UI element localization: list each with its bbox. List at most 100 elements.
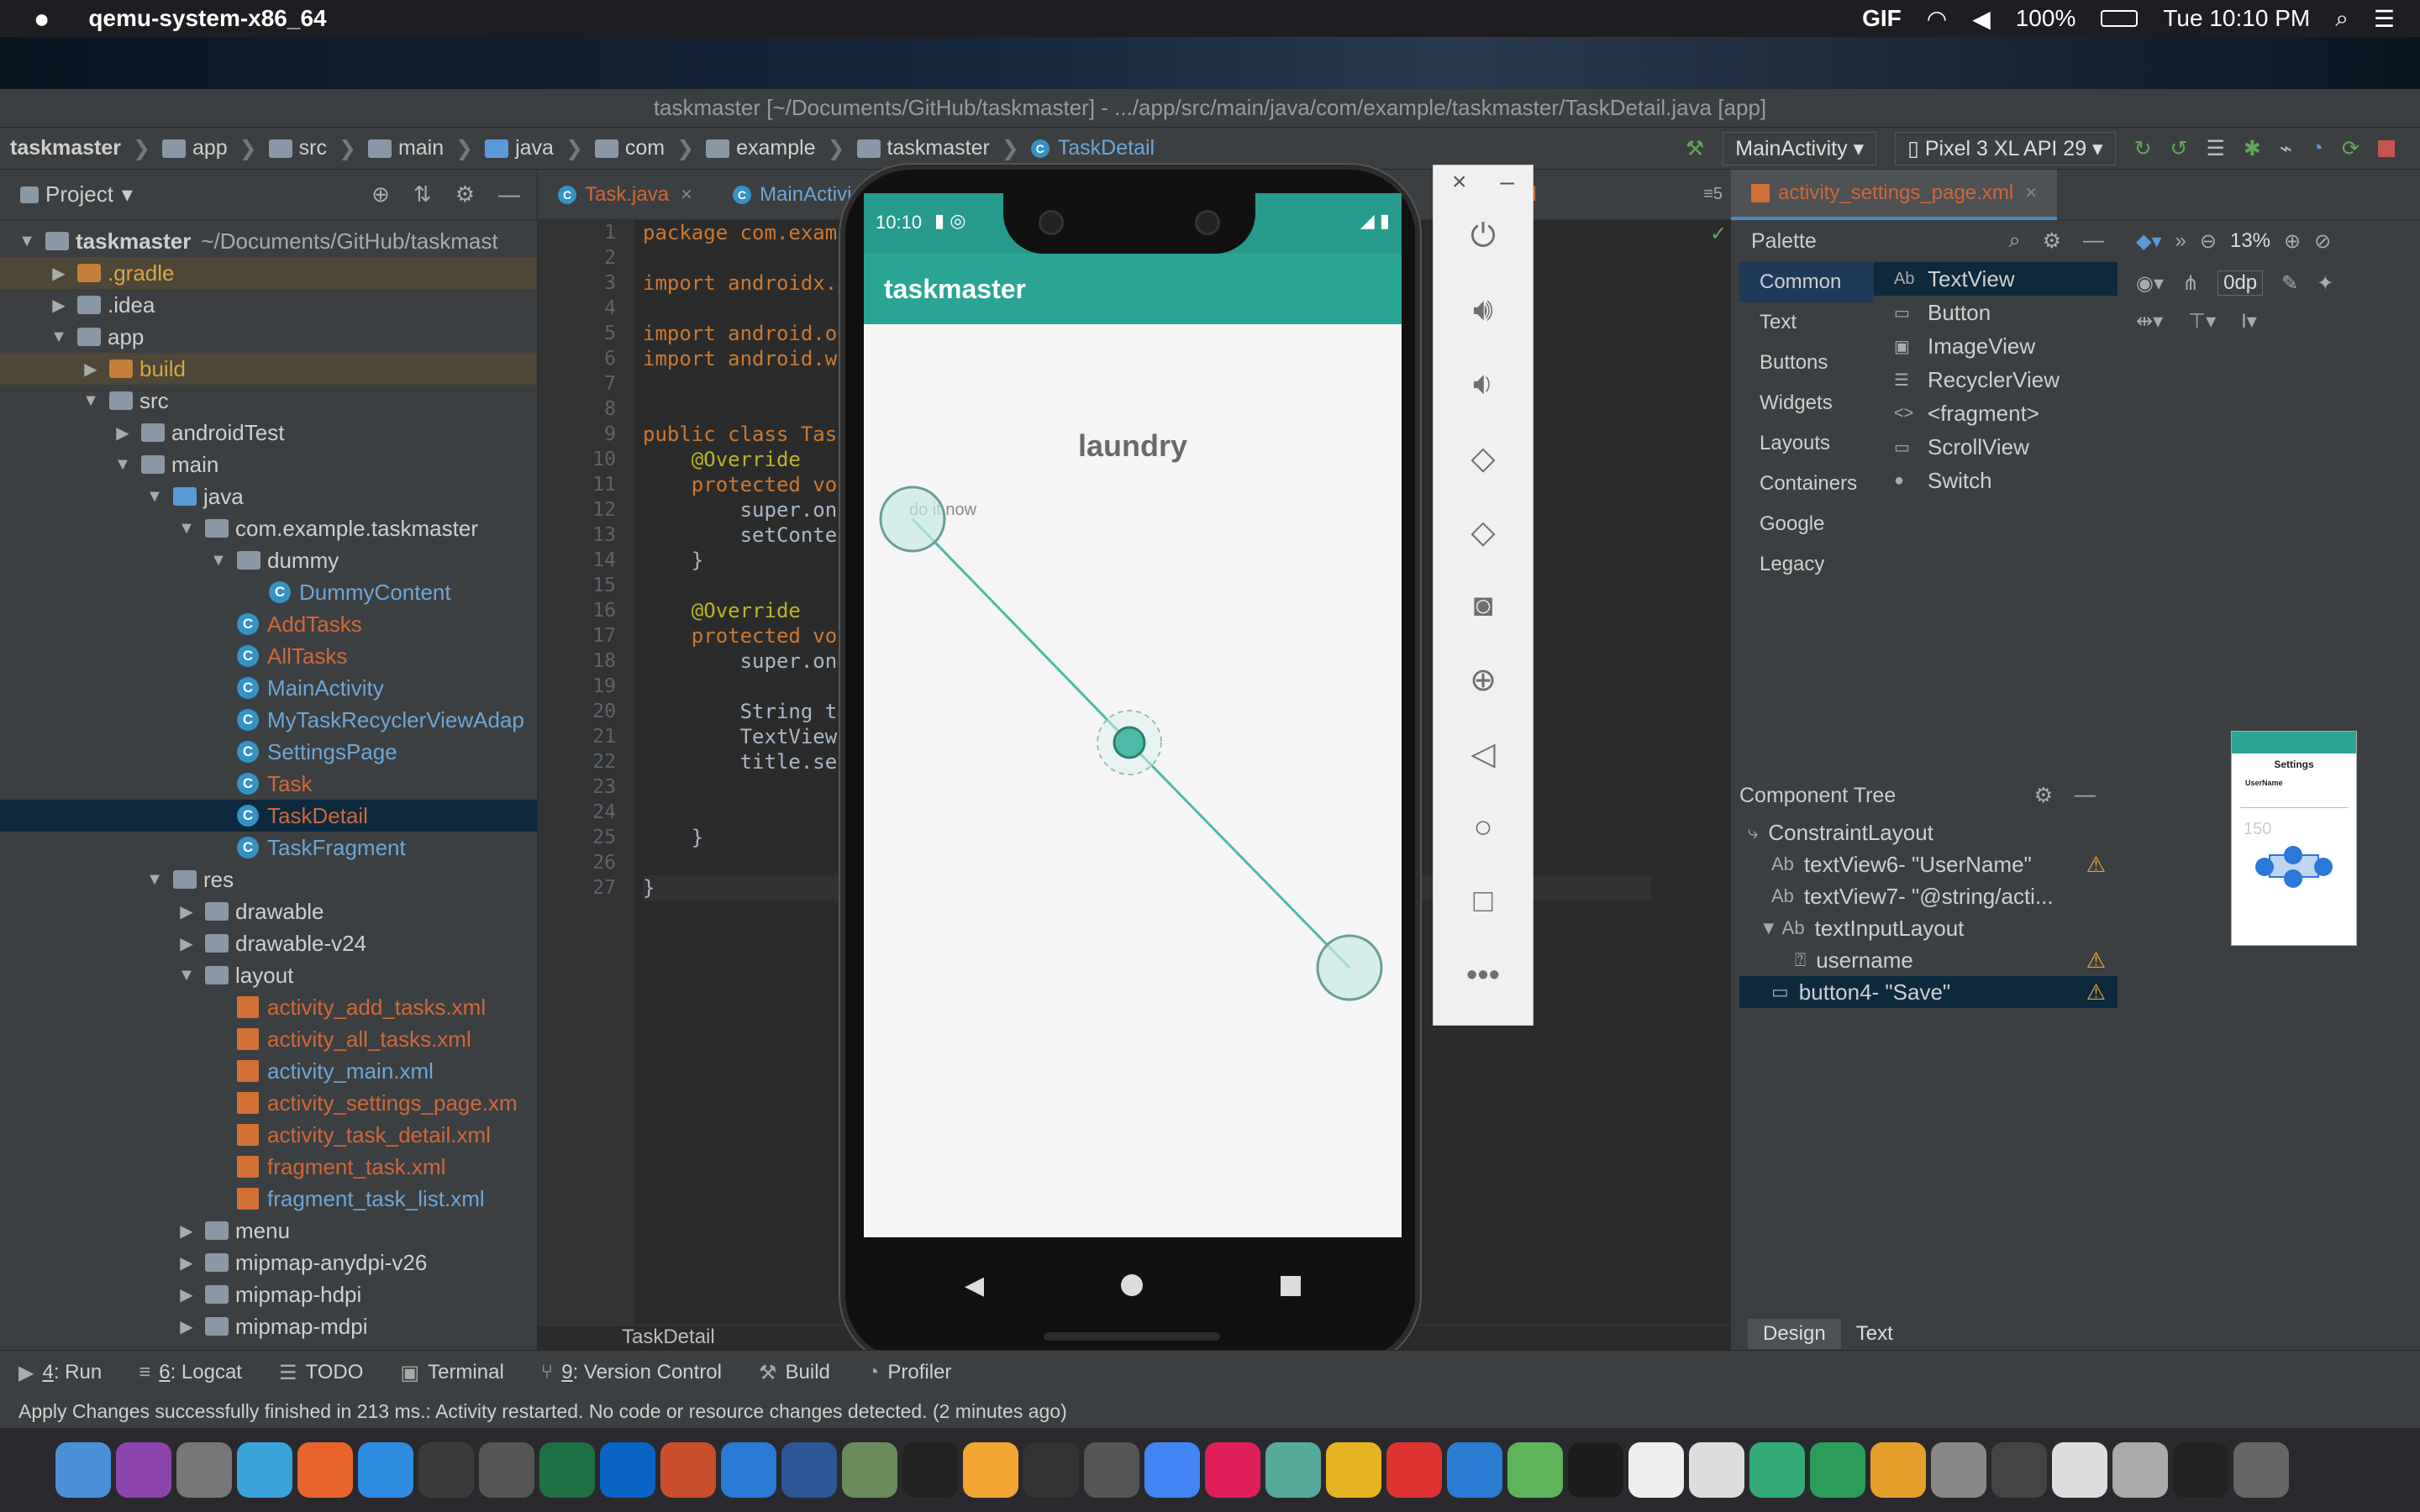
locate-icon[interactable]: ⊕ xyxy=(371,181,390,207)
coverage-icon[interactable]: ☰ xyxy=(2207,136,2225,161)
palette-category[interactable]: Buttons xyxy=(1739,343,1874,383)
expand-arrow-icon[interactable]: ▶ xyxy=(47,295,71,316)
tree-item[interactable]: ▼ java xyxy=(0,480,537,512)
zoom-fit-icon[interactable]: ⊘ xyxy=(2314,229,2331,254)
finder-icon[interactable] xyxy=(55,1442,111,1498)
battery-percent[interactable]: 100% xyxy=(2016,5,2076,32)
vscode-icon[interactable] xyxy=(1447,1442,1502,1498)
tree-item[interactable]: ▶ build xyxy=(0,353,537,385)
component-tree-item[interactable]: ▭ button4- "Save" ⚠ xyxy=(1739,976,2118,1008)
notification-center-icon[interactable]: ☰ xyxy=(2374,5,2395,33)
device-select[interactable]: ▯ Pixel 3 XL API 29 ▾ xyxy=(1895,131,2116,165)
grapher-icon[interactable] xyxy=(479,1442,534,1498)
breadcrumb-item[interactable]: main ❯ xyxy=(367,136,478,161)
tree-item[interactable]: ▶ mipmap-mdpi xyxy=(0,1310,537,1342)
launchpad-icon[interactable] xyxy=(176,1442,232,1498)
tree-item[interactable]: ▼ layout xyxy=(0,959,537,991)
warning-icon[interactable]: ⚠ xyxy=(2086,979,2106,1005)
tree-item[interactable]: C Task xyxy=(0,768,537,800)
active-app-name[interactable]: qemu-system-x86_64 xyxy=(88,5,326,32)
volume-down-icon[interactable]: 🔉︎ xyxy=(1434,347,1533,421)
tree-item[interactable]: activity_task_detail.xml xyxy=(0,1119,537,1151)
system-preferences-icon[interactable] xyxy=(1084,1442,1139,1498)
expand-arrow-icon[interactable]: ▶ xyxy=(175,933,198,954)
stop-icon[interactable] xyxy=(2378,139,2395,157)
tree-item[interactable]: C DummyContent xyxy=(0,576,537,608)
expand-arrow-icon[interactable]: ▶ xyxy=(175,901,198,922)
eye-icon[interactable]: ◉▾ xyxy=(2136,271,2164,296)
zoom-in-icon[interactable]: ⊕ xyxy=(2284,229,2301,254)
constraint-handle-left[interactable] xyxy=(2255,858,2274,876)
tree-item[interactable]: fragment_task.xml xyxy=(0,1151,537,1183)
apply-changes-icon[interactable]: ↻ xyxy=(2134,136,2152,161)
default-margin-field[interactable]: 0dp xyxy=(2217,270,2264,296)
tree-item[interactable]: C MyTaskRecyclerViewAdap xyxy=(0,704,537,736)
back-icon[interactable]: ◁ xyxy=(1434,717,1533,790)
tool-window-button[interactable]: ⚒ Build xyxy=(759,1361,830,1385)
tree-item[interactable]: fragment_task_list.xml xyxy=(0,1183,537,1215)
rotate-right-icon[interactable]: ◇ xyxy=(1434,495,1533,569)
inspection-ok-icon[interactable]: ✓ xyxy=(1710,222,1727,246)
palette-category[interactable]: Legacy xyxy=(1739,544,1874,585)
component-tree-item[interactable]: ⤷ ConstraintLayout xyxy=(1739,816,2118,848)
layout-preview[interactable]: Settings UserName 150 xyxy=(2231,731,2357,946)
expand-arrow-icon[interactable]: ▼ xyxy=(207,551,230,570)
palette-item[interactable]: ▭ ScrollView xyxy=(1874,430,2118,464)
expand-arrow-icon[interactable]: ▼ xyxy=(15,232,39,251)
profile-icon[interactable]: ◔ xyxy=(2311,136,2323,160)
textedit-icon[interactable] xyxy=(1689,1442,1744,1498)
expand-arrow-icon[interactable]: ▼ xyxy=(175,966,198,985)
breadcrumb-item[interactable]: taskmaster ❯ xyxy=(856,136,1024,161)
expand-arrow-icon[interactable]: ▼ xyxy=(143,487,166,507)
power-icon[interactable]: ⏻ xyxy=(1434,199,1533,273)
tree-item[interactable]: ▶ .gradle xyxy=(0,257,537,289)
palette-category[interactable]: Widgets xyxy=(1739,383,1874,423)
numbers-icon[interactable] xyxy=(1810,1442,1865,1498)
gallery-icon[interactable] xyxy=(1931,1442,1986,1498)
tab-overflow-counter[interactable]: ≡5 xyxy=(1703,185,1723,204)
zoom-out-icon[interactable]: ⊖ xyxy=(2200,229,2217,254)
maps-icon[interactable] xyxy=(1265,1442,1321,1498)
palette-category[interactable]: Text xyxy=(1739,302,1874,343)
tool-window-button[interactable]: ▶ 4: Run xyxy=(18,1361,102,1385)
app-store-icon[interactable] xyxy=(721,1442,776,1498)
camera-icon[interactable]: ◙ xyxy=(1434,569,1533,643)
tool-window-button[interactable]: ≡ 6: Logcat xyxy=(139,1361,242,1384)
emulator-screen[interactable]: 10:10 ▮ ◎ ◢ ▮ taskmaster laundry do it n… xyxy=(864,193,1402,1237)
system-prefs-icon[interactable] xyxy=(237,1442,292,1498)
tree-item[interactable]: ▶ mipmap-hdpi xyxy=(0,1278,537,1310)
component-tree-item[interactable]: Ab textView7- "@string/acti... xyxy=(1739,880,2118,912)
tool-window-button[interactable]: ◔ Profiler xyxy=(867,1361,952,1384)
zoom-icon[interactable]: ⊕ xyxy=(1434,643,1533,717)
display-icon[interactable] xyxy=(1991,1442,2047,1498)
preview-icon[interactable] xyxy=(1749,1442,1805,1498)
tree-item[interactable]: C TaskFragment xyxy=(0,832,537,864)
magnet-icon[interactable]: ⋔ xyxy=(2182,271,2199,296)
palette-category[interactable]: Common xyxy=(1739,262,1874,302)
gear-icon[interactable]: ⚙ xyxy=(2043,228,2061,254)
safari-icon[interactable] xyxy=(358,1442,413,1498)
tree-item[interactable]: C AddTasks xyxy=(0,608,537,640)
component-tree-item[interactable]: Ab textView6- "UserName" ⚠ xyxy=(1739,848,2118,880)
rotate-left-icon[interactable]: ◇ xyxy=(1434,421,1533,495)
back-icon[interactable]: ◀ xyxy=(965,1271,984,1300)
debug-icon[interactable]: ✱ xyxy=(2244,136,2261,161)
palette-category[interactable]: Layouts xyxy=(1739,423,1874,464)
intellij-icon[interactable] xyxy=(1568,1442,1623,1498)
expand-arrow-icon[interactable]: ▼ xyxy=(47,328,71,347)
tree-item[interactable]: ▶ drawable-v24 xyxy=(0,927,537,959)
component-tree-item[interactable]: ▼ Ab textInputLayout xyxy=(1739,912,2118,944)
infer-constraints-icon[interactable]: ✦ xyxy=(2317,271,2333,296)
minimize-icon[interactable]: – xyxy=(1500,168,1514,197)
close-icon[interactable]: × xyxy=(681,183,692,207)
downloads-icon[interactable] xyxy=(2052,1442,2107,1498)
tree-item[interactable]: ▼ com.example.taskmaster xyxy=(0,512,537,544)
volume-icon[interactable]: ◀ xyxy=(1972,5,1991,33)
tree-item[interactable]: ▼ app xyxy=(0,321,537,353)
breadcrumb-item[interactable]: src ❯ xyxy=(268,136,361,161)
tree-item[interactable]: C AllTasks xyxy=(0,640,537,672)
tree-item[interactable]: activity_settings_page.xm xyxy=(0,1087,537,1119)
search-icon[interactable]: ⌕ xyxy=(2009,228,2021,254)
amazon-music-icon[interactable] xyxy=(963,1442,1018,1498)
layers-icon[interactable]: ◆▾ xyxy=(2136,229,2162,254)
